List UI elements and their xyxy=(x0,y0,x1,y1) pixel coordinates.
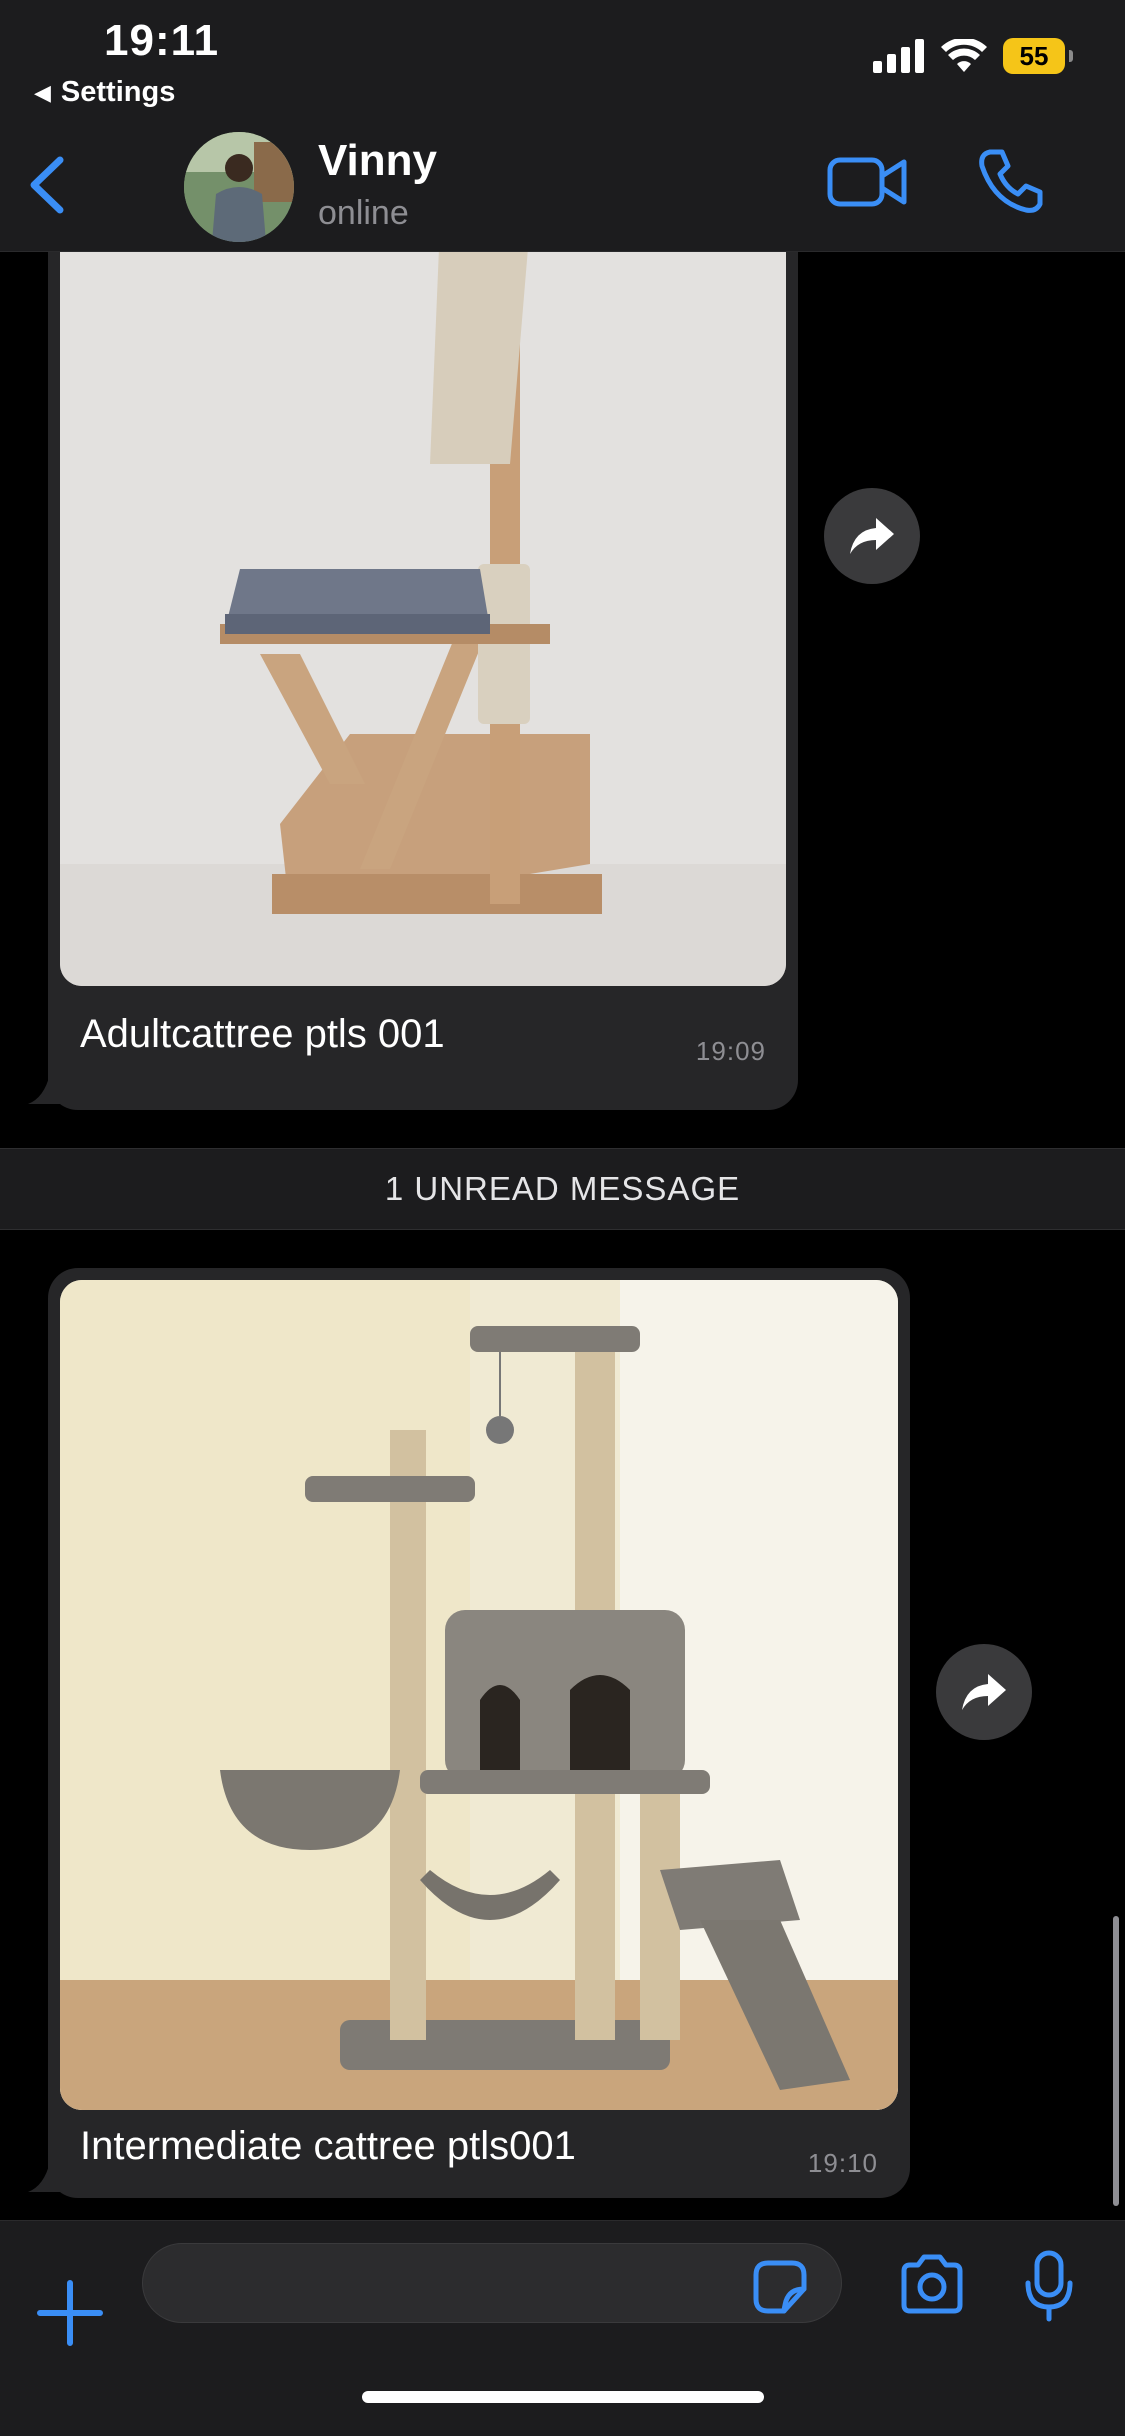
bubble-tail xyxy=(28,1074,66,1104)
phone-icon[interactable] xyxy=(976,146,1044,216)
back-triangle-icon: ◀ xyxy=(34,79,51,105)
message-photo[interactable] xyxy=(60,1280,898,2110)
message-time: 19:09 xyxy=(695,1036,766,1066)
contact-avatar[interactable] xyxy=(184,132,294,242)
back-chevron-icon[interactable] xyxy=(20,150,80,220)
message-time: 19:10 xyxy=(807,2148,878,2178)
microphone-icon[interactable] xyxy=(1024,2249,1074,2323)
message-composer xyxy=(0,2220,1125,2436)
message-caption: Intermediate cattree ptls001 xyxy=(80,2124,576,2168)
forward-button[interactable] xyxy=(936,1644,1032,1740)
back-to-settings-link[interactable]: ◀ Settings xyxy=(34,76,175,109)
plus-icon[interactable] xyxy=(36,2279,104,2347)
home-indicator[interactable] xyxy=(362,2391,764,2403)
unread-messages-banner: 1 UNREAD MESSAGE xyxy=(0,1148,1125,1230)
chat-area[interactable]: Adultcattree ptls 001 19:09 1 UNREAD MES… xyxy=(0,252,1125,2220)
cellular-signal-icon xyxy=(873,39,924,73)
contact-status: online xyxy=(318,194,409,232)
forward-icon xyxy=(962,1674,1006,1710)
wifi-icon xyxy=(941,39,987,72)
cat-tree-photo xyxy=(60,252,786,986)
status-icons: 55 xyxy=(873,38,1073,74)
contact-name[interactable]: Vinny xyxy=(318,136,437,186)
message-caption: Adultcattree ptls 001 xyxy=(80,1012,445,1056)
cat-tree-photo xyxy=(60,1280,898,2110)
sticker-icon[interactable] xyxy=(752,2259,808,2315)
top-bar: 19:11 ◀ Settings 55 Vinny online xyxy=(0,0,1125,252)
message-input[interactable] xyxy=(142,2243,842,2323)
bubble-tail xyxy=(28,2162,66,2192)
battery-indicator: 55 xyxy=(1003,38,1073,74)
forward-icon xyxy=(850,518,894,554)
forward-button[interactable] xyxy=(824,488,920,584)
avatar-photo xyxy=(184,132,294,242)
camera-icon[interactable] xyxy=(898,2253,966,2317)
chat-scrollbar[interactable] xyxy=(1113,1916,1119,2206)
image-message[interactable]: Adultcattree ptls 001 19:09 xyxy=(28,252,798,1110)
back-app-label: Settings xyxy=(60,76,176,108)
status-time: 19:11 xyxy=(104,16,220,65)
image-message[interactable]: Intermediate cattree ptls001 19:10 xyxy=(28,1268,910,2198)
video-camera-icon[interactable] xyxy=(826,150,908,214)
message-photo[interactable] xyxy=(60,252,786,986)
